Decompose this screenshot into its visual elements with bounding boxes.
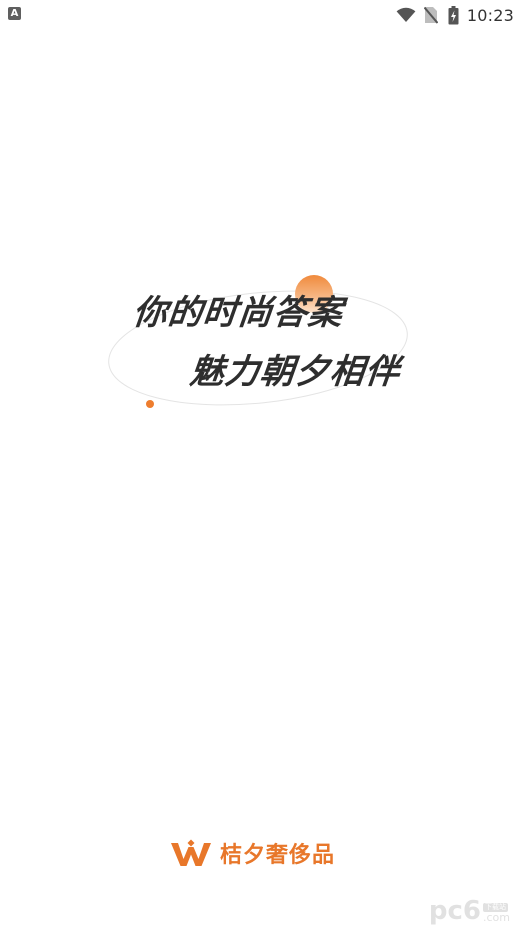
slogan-line-2: 魅力朝夕相伴 (187, 352, 403, 392)
splash-screen: A 10:23 你的时尚答案 魅力朝夕相伴 桔夕奢侈品 pc6 下载站 .com (0, 0, 522, 932)
watermark-side: 下载站 .com (483, 903, 510, 924)
orbit-dot-icon (146, 400, 154, 408)
watermark-main: pc6 (428, 896, 481, 926)
brand-name: 桔夕奢侈品 (220, 843, 336, 868)
watermark: pc6 下载站 .com (429, 898, 510, 924)
brand-w-logo-icon (171, 839, 211, 866)
orbit-graphic (108, 275, 408, 408)
slogan-line-1: 你的时尚答案 (130, 293, 346, 333)
watermark-domain: .com (483, 911, 510, 924)
brand-lockup: 桔夕奢侈品 (170, 837, 335, 869)
